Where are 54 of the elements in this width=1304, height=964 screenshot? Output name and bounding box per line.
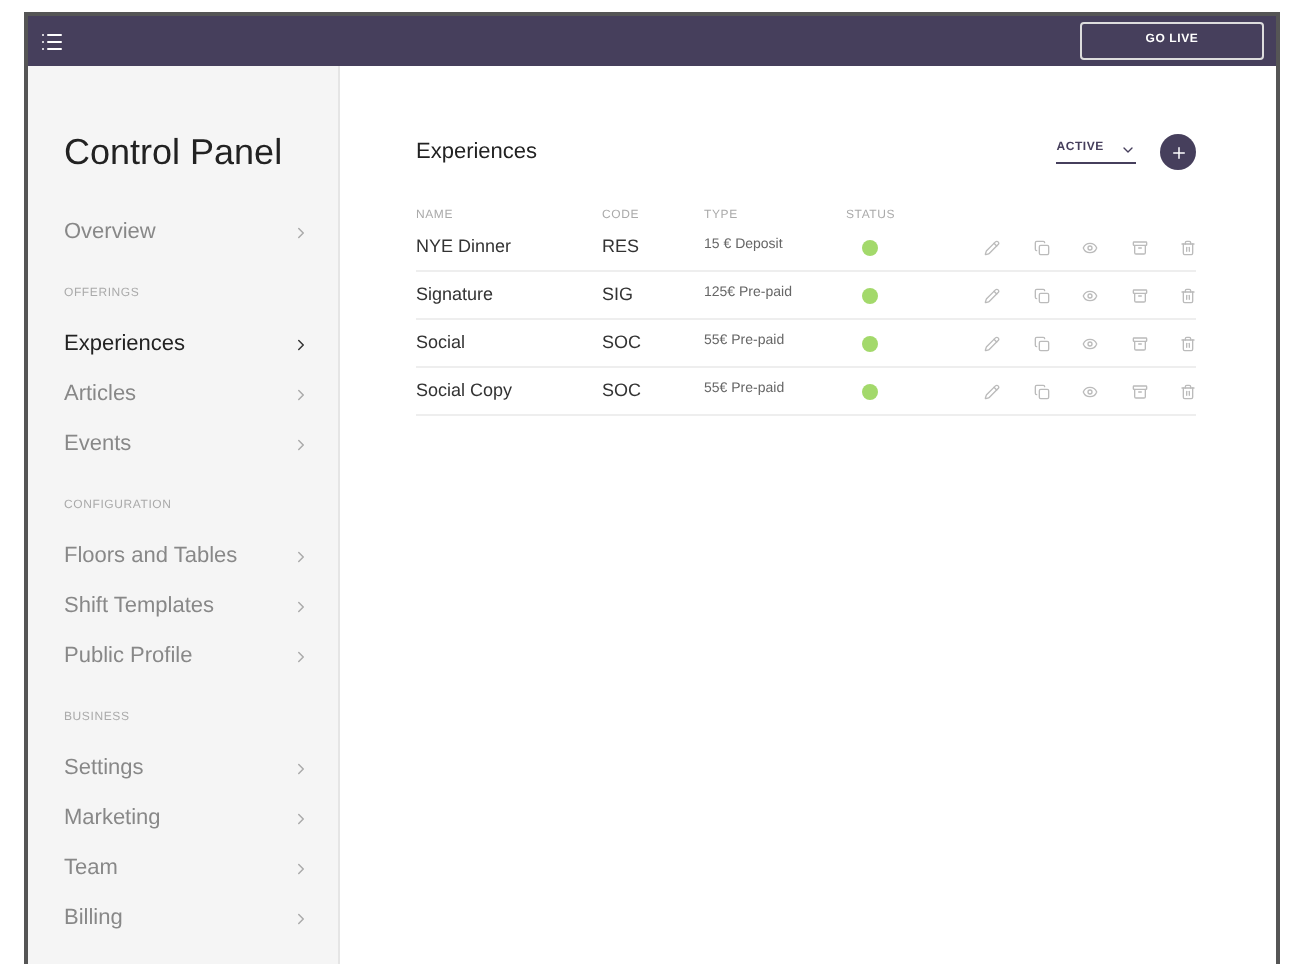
chevron-icon	[292, 760, 310, 778]
name-cell-text: Social	[416, 329, 468, 356]
copy-icon[interactable]	[1033, 239, 1049, 255]
edit-icon[interactable]	[984, 287, 1000, 303]
edit-icon[interactable]	[984, 335, 1000, 351]
sidebar-item[interactable]: Team	[64, 844, 310, 894]
eye-icon[interactable]	[1082, 335, 1098, 351]
eye-icon[interactable]	[1082, 383, 1098, 399]
sidebar-item[interactable]: Marketing	[64, 794, 310, 844]
archive-icon[interactable]	[1131, 287, 1147, 303]
sidebar-item[interactable]: Public Profile	[64, 632, 310, 682]
code-cell-text: RES	[602, 233, 642, 260]
page-title: Experiences	[416, 137, 538, 168]
name-cell-text: Signature	[416, 281, 496, 308]
name-cell-text: Social Copy	[416, 377, 515, 404]
code-cell-text: SOC	[602, 329, 644, 356]
archive-icon[interactable]	[1131, 383, 1147, 399]
sidebar-item[interactable]: Events	[64, 420, 310, 470]
plus-icon	[1169, 143, 1187, 161]
copy-icon[interactable]	[1033, 383, 1049, 399]
chevron-icon	[292, 386, 310, 404]
eye-icon[interactable]	[1082, 287, 1098, 303]
copy-icon[interactable]	[1033, 287, 1049, 303]
code-cell-text: SIG	[602, 281, 636, 308]
chevron-icon	[292, 810, 310, 828]
chevron-icon	[292, 648, 310, 666]
add-button[interactable]	[1160, 134, 1196, 170]
sidebar-item[interactable]: Experiences	[64, 320, 310, 370]
chevron-icon	[292, 548, 310, 566]
edit-icon[interactable]	[984, 239, 1000, 255]
sidebar-item[interactable]: Billing	[64, 894, 310, 944]
copy-icon[interactable]	[1033, 335, 1049, 351]
edit-icon[interactable]	[984, 383, 1000, 399]
chevron-icon	[292, 336, 310, 354]
sidebar-item[interactable]: Floors and Tables	[64, 532, 310, 582]
eye-icon[interactable]	[1082, 239, 1098, 255]
chevron-icon	[292, 860, 310, 878]
archive-icon[interactable]	[1131, 335, 1147, 351]
chevron-icon	[292, 436, 310, 454]
archive-icon[interactable]	[1131, 239, 1147, 255]
sidebar-item[interactable]: Overview	[64, 208, 310, 258]
chevron-icon	[292, 910, 310, 928]
code-cell-text: SOC	[602, 377, 644, 404]
sidebar-item[interactable]: Shift Templates	[64, 582, 310, 632]
chevron-icon	[292, 598, 310, 616]
delete-icon[interactable]	[1180, 287, 1196, 303]
chevron-icon	[292, 224, 310, 242]
sidebar-item[interactable]: Articles	[64, 370, 310, 420]
sidebar-item[interactable]: Settings	[64, 744, 310, 794]
sidebar-title: Control Panel	[64, 130, 285, 176]
delete-icon[interactable]	[1180, 239, 1196, 255]
delete-icon[interactable]	[1180, 383, 1196, 399]
name-cell-text: NYE Dinner	[416, 233, 514, 260]
delete-icon[interactable]	[1180, 335, 1196, 351]
